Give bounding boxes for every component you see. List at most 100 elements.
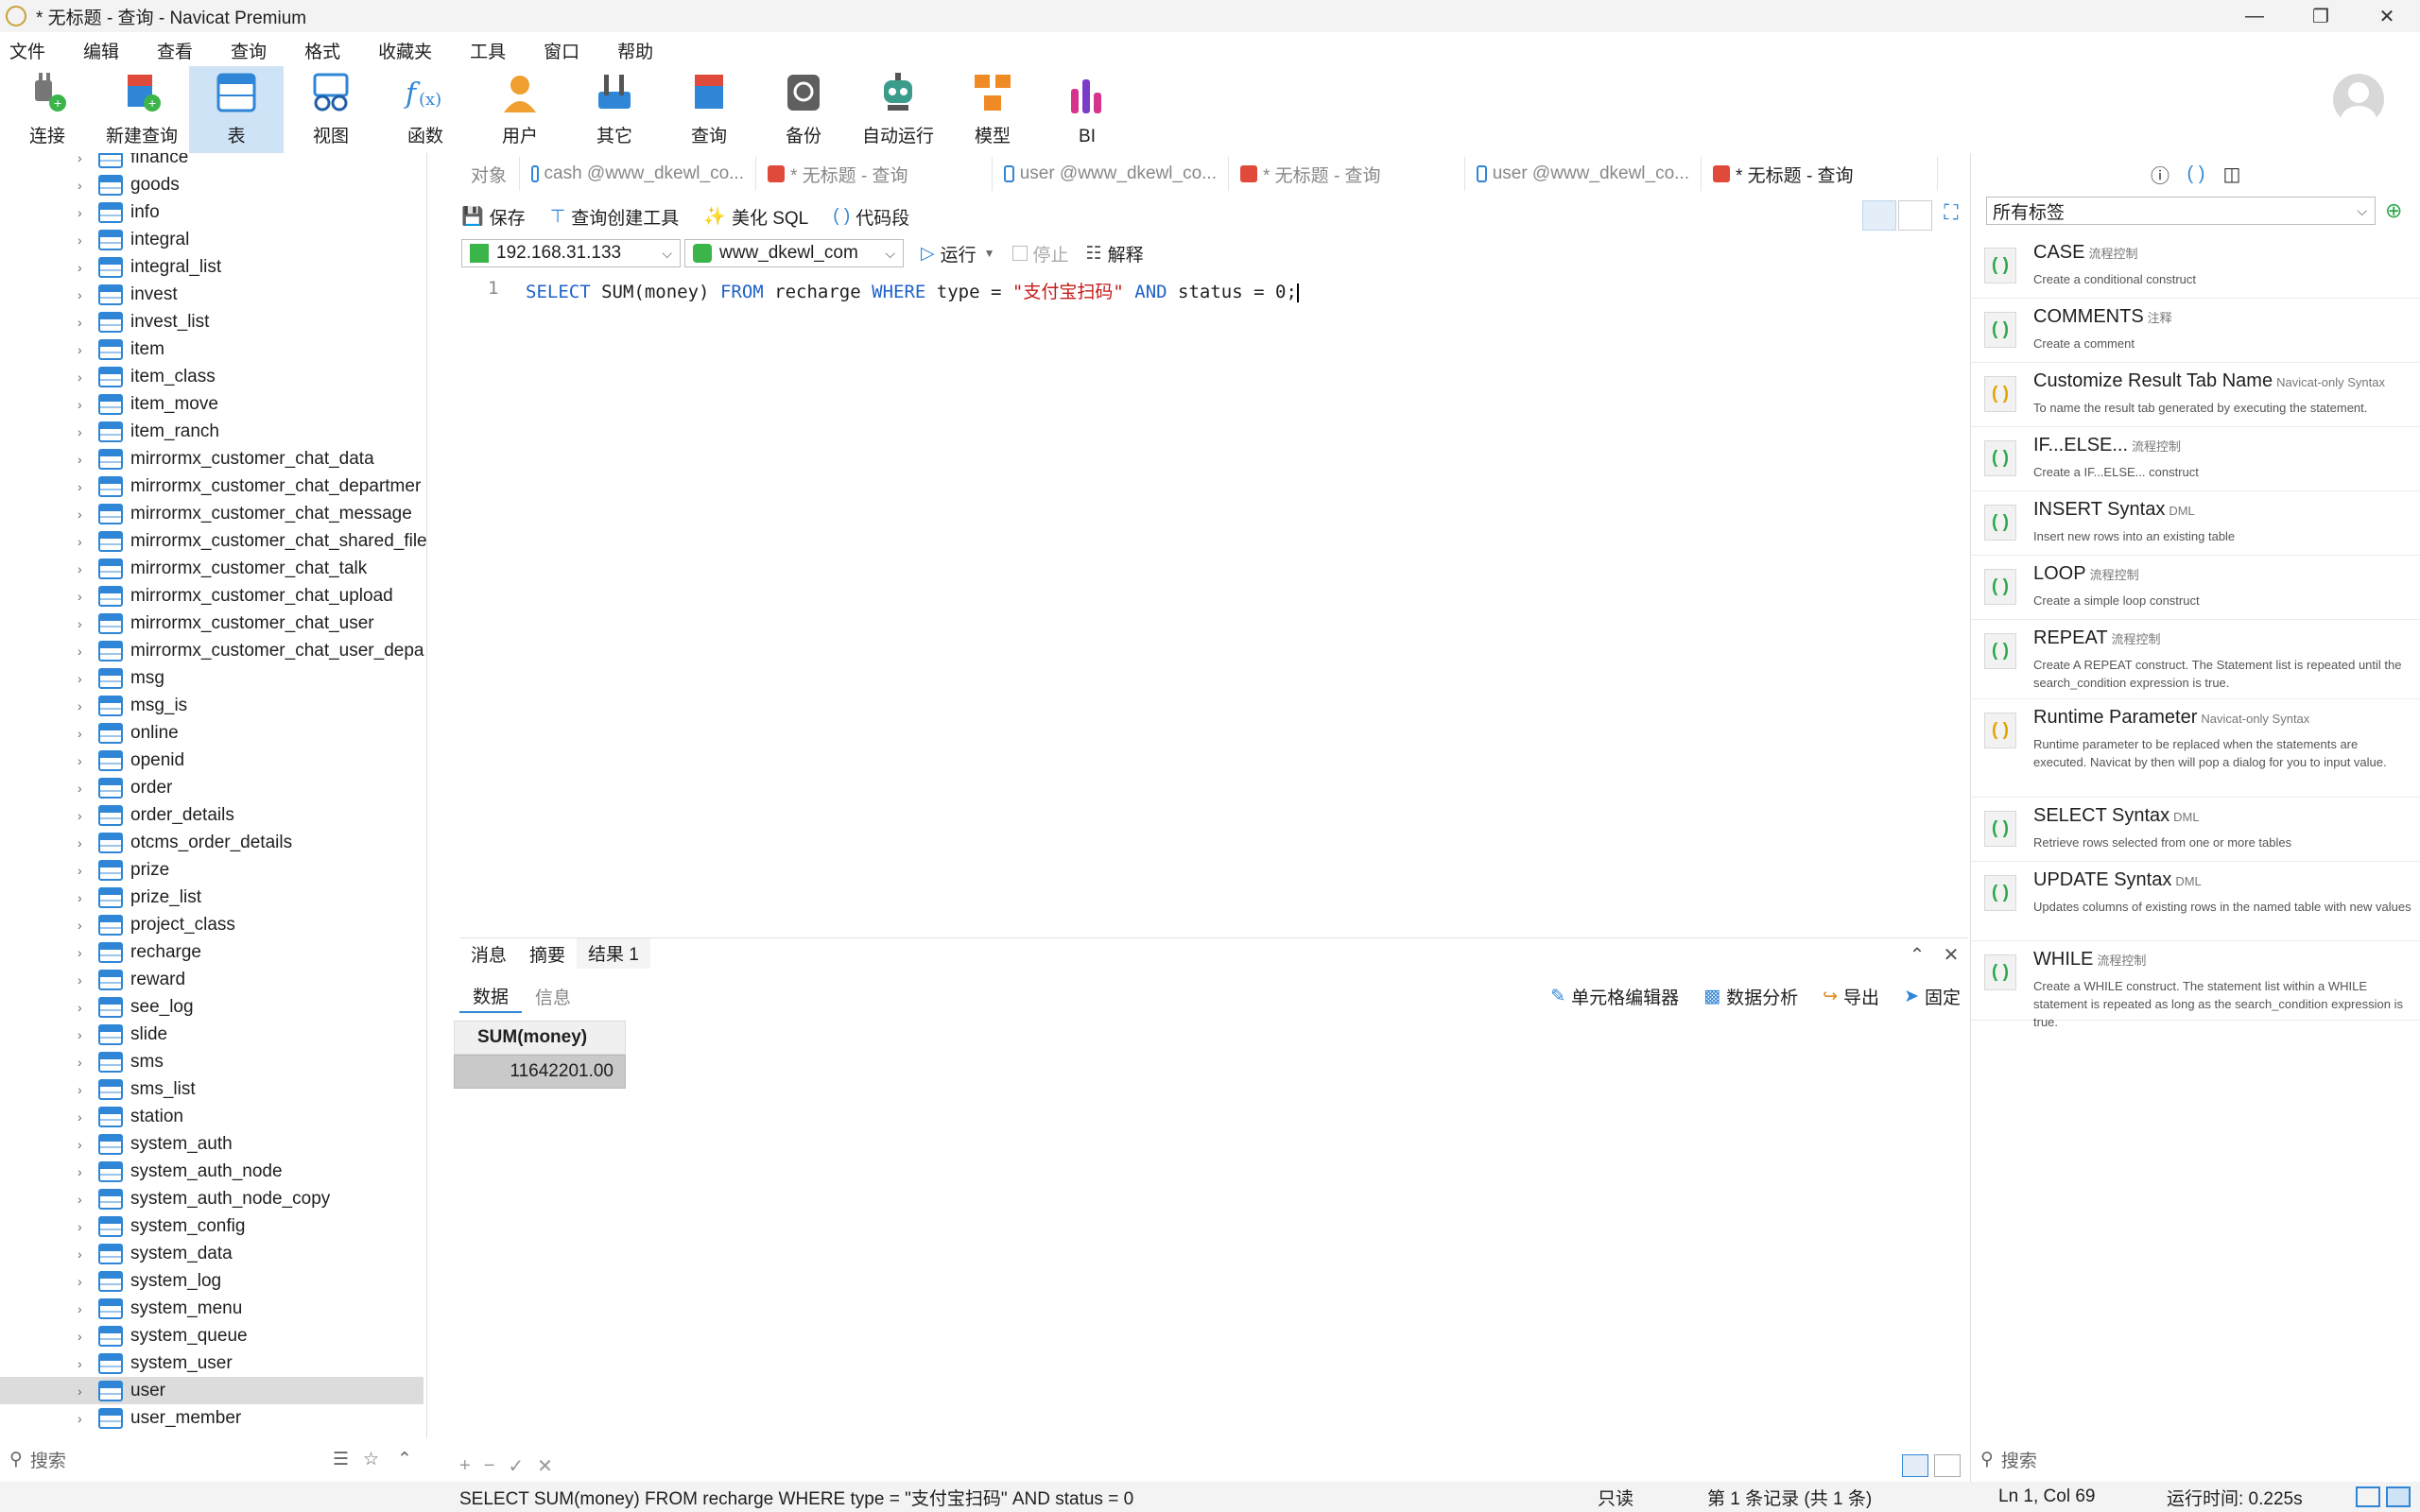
chevron-right-icon[interactable]: › (78, 424, 91, 439)
save-button[interactable]: 💾 保存 (461, 204, 526, 230)
column-header[interactable]: SUM(money) (454, 1021, 626, 1055)
menu-file[interactable]: 文件 (0, 38, 60, 63)
chevron-right-icon[interactable]: › (78, 644, 91, 659)
explain-button[interactable]: ☷ 解释 (1086, 241, 1144, 266)
result-cell[interactable]: 11642201.00 (454, 1055, 626, 1089)
discard-button[interactable]: ✕ (537, 1454, 553, 1478)
sql-editor[interactable]: 1 SELECT SUM(money) FROM recharge WHERE … (459, 274, 1968, 936)
snippet-item[interactable]: ( ) CASE 流程控制 Create a conditional construc… (1971, 234, 2420, 299)
snippet-item[interactable]: ( ) COMMENTS 注释 Create a comment (1971, 299, 2420, 363)
cell-editor-button[interactable]: ✎ 单元格编辑器 (1550, 984, 1679, 1009)
form-view-icon[interactable] (1934, 1454, 1961, 1477)
tree-item[interactable]: › online (0, 719, 424, 747)
menu-help[interactable]: 帮助 (608, 38, 668, 63)
chevron-right-icon[interactable]: › (78, 1329, 91, 1344)
chevron-right-icon[interactable]: › (78, 1383, 91, 1399)
chevron-right-icon[interactable]: › (78, 726, 91, 741)
tree-item[interactable]: › mirrormx_customer_chat_user (0, 610, 424, 637)
chevron-right-icon[interactable]: › (78, 972, 91, 988)
tree-item[interactable]: › msg (0, 664, 424, 692)
menu-window[interactable]: 窗口 (534, 38, 595, 63)
chevron-right-icon[interactable]: › (78, 452, 91, 467)
tree-item[interactable]: › order_details (0, 801, 424, 829)
tree-item[interactable]: › system_auth_node_copy (0, 1185, 424, 1212)
tree-item[interactable]: › invest_list (0, 308, 424, 335)
tree-item[interactable]: › system_user (0, 1349, 424, 1377)
export-button[interactable]: ↪ 导出 (1823, 984, 1879, 1009)
tree-item[interactable]: › order (0, 774, 424, 801)
tree-item[interactable]: › mirrormx_customer_chat_upload (0, 582, 424, 610)
tree-item[interactable]: › prize_list (0, 884, 424, 911)
menu-favorites[interactable]: 收藏夹 (369, 38, 447, 63)
star-icon[interactable]: ☆ (363, 1449, 379, 1470)
tree-item[interactable]: › system_auth (0, 1130, 424, 1158)
tree-item[interactable]: › system_auth_node (0, 1158, 424, 1185)
chevron-right-icon[interactable]: › (78, 698, 91, 713)
tree-item[interactable]: › mirrormx_customer_chat_user_depa (0, 637, 424, 664)
close-button[interactable]: ✕ (2354, 0, 2420, 32)
tree-item[interactable]: › user (0, 1377, 424, 1404)
chevron-right-icon[interactable]: › (78, 753, 91, 768)
right-panel-toggle-icon[interactable] (2386, 1486, 2411, 1507)
tree-item[interactable]: › system_config (0, 1212, 424, 1240)
fullscreen-icon[interactable]: ⛶ (1934, 200, 1968, 231)
menu-view[interactable]: 查看 (147, 38, 208, 63)
tree-item[interactable]: › mirrormx_customer_chat_data (0, 445, 424, 472)
tree-item[interactable]: › see_log (0, 993, 424, 1021)
connection-select[interactable]: 192.168.31.133 ⌵ (461, 239, 681, 267)
chevron-right-icon[interactable]: › (78, 479, 91, 494)
tree-item[interactable]: › slide (0, 1021, 424, 1048)
tree-item[interactable]: › system_queue (0, 1322, 424, 1349)
tree-item[interactable]: › otcms_order_details (0, 829, 424, 856)
tree-item[interactable]: › system_menu (0, 1295, 424, 1322)
beautify-sql-button[interactable]: ✨ 美化 SQL (703, 204, 808, 230)
menu-tools[interactable]: 工具 (460, 38, 521, 63)
tree-item[interactable]: › sms_list (0, 1075, 424, 1103)
chevron-right-icon[interactable]: › (78, 153, 91, 165)
toolbar-new-query-button[interactable]: + 新建查询 (95, 66, 189, 153)
tree-item[interactable]: › user_member (0, 1404, 424, 1432)
data-analysis-button[interactable]: ▩ 数据分析 (1703, 984, 1798, 1009)
tree-item[interactable]: › goods (0, 171, 424, 198)
tree-item[interactable]: › mirrormx_customer_chat_message (0, 500, 424, 527)
menu-format[interactable]: 格式 (295, 38, 355, 63)
close-results-icon[interactable]: ✕ (1934, 943, 1968, 967)
toolbar-view-button[interactable]: 视图 (284, 66, 378, 153)
chevron-right-icon[interactable]: › (78, 1137, 91, 1152)
tree-item[interactable]: › system_log (0, 1267, 424, 1295)
chevron-right-icon[interactable]: › (78, 1055, 91, 1070)
tab-summary[interactable]: 摘要 (518, 938, 577, 971)
minimize-button[interactable]: — (2221, 0, 2288, 32)
split-vertical-icon[interactable] (1898, 200, 1932, 231)
snippet-item[interactable]: ( ) Customize Result Tab Name Navicat-only… (1971, 363, 2420, 427)
tree-item[interactable]: › info (0, 198, 424, 226)
snippet-item[interactable]: ( ) IF...ELSE... 流程控制 Create a IF...ELSE...… (1971, 427, 2420, 491)
menu-edit[interactable]: 编辑 (74, 38, 134, 63)
tree-item[interactable]: › system_data (0, 1240, 424, 1267)
tree-item[interactable]: › mirrormx_customer_chat_shared_file (0, 527, 426, 555)
chevron-right-icon[interactable]: › (78, 507, 91, 522)
tab-result-1[interactable]: 结果 1 (577, 937, 650, 971)
chevron-right-icon[interactable]: › (78, 918, 91, 933)
stop-button[interactable]: 停止 (1011, 241, 1069, 266)
layout-icon[interactable]: ◫ (2214, 163, 2250, 186)
chevron-right-icon[interactable]: › (78, 534, 91, 549)
toolbar-query-button[interactable]: 查询 (662, 66, 756, 153)
chevron-right-icon[interactable]: › (78, 1082, 91, 1097)
tree-search-input[interactable]: 搜索 (30, 1447, 66, 1472)
menu-query[interactable]: 查询 (221, 38, 282, 63)
chevron-right-icon[interactable]: › (78, 260, 91, 275)
tree-item[interactable]: › integral_list (0, 253, 424, 281)
chevron-right-icon[interactable]: › (78, 315, 91, 330)
chevron-right-icon[interactable]: › (78, 1356, 91, 1371)
tree-item[interactable]: › item_move (0, 390, 424, 418)
chevron-right-icon[interactable]: › (78, 589, 91, 604)
snippet-item[interactable]: ( ) LOOP 流程控制 Create a simple loop construc… (1971, 556, 2420, 620)
toolbar-function-button[interactable]: f (x) 函数 (378, 66, 473, 153)
tab-objects[interactable]: 对象 (459, 157, 520, 191)
tree-item[interactable]: › item_ranch (0, 418, 424, 445)
tree-item[interactable]: › station (0, 1103, 424, 1130)
tree-item[interactable]: › mirrormx_customer_chat_departmer (0, 472, 424, 500)
add-snippet-icon[interactable]: ⊕ (2385, 198, 2402, 223)
info-icon[interactable]: ⓘ (2142, 161, 2178, 188)
